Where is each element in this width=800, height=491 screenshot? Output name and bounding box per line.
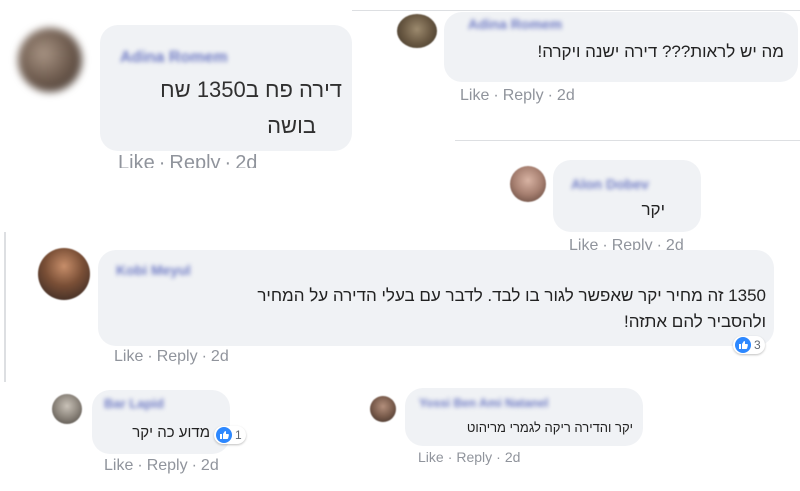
comment-actions: Like · Reply · 2d (460, 87, 575, 104)
comment-actions: Like · Reply · 2d (114, 348, 229, 365)
timestamp[interactable]: 2d (201, 457, 219, 474)
reply-link[interactable]: Reply (456, 449, 492, 465)
comment-text-line: יקר (641, 200, 665, 219)
avatar[interactable] (370, 396, 396, 422)
like-link[interactable]: Like (460, 87, 489, 104)
like-link[interactable]: Like (114, 348, 143, 365)
avatar[interactable] (38, 248, 90, 300)
thread-divider (455, 140, 800, 141)
reply-link[interactable]: Reply (503, 87, 544, 104)
comment-text-line: דירה פח ב1350 שח (160, 77, 342, 102)
reaction-count: 3 (754, 338, 761, 352)
avatar[interactable] (52, 394, 82, 424)
comment-text-line: מדוע כה יקר (132, 424, 210, 441)
comment-text-line: מה יש לראות??? דירה ישנה ויקרה! (537, 42, 784, 61)
thread-divider (4, 232, 6, 382)
comment-actions: Like · Reply · 2d (104, 457, 219, 474)
comment-actions: Like · Reply · 2d (118, 152, 257, 168)
comment-author[interactable]: Adina Romem (468, 16, 562, 32)
like-link[interactable]: Like (104, 457, 133, 474)
comment-text-line: בושה (267, 113, 316, 138)
comment-bubble: Bar Lapid מדוע כה יקר (92, 390, 230, 454)
comment-author[interactable]: Bar Lapid (104, 396, 164, 411)
comment-author[interactable]: Yossi Ben Ami Natanel (419, 396, 548, 410)
comment-text-line: ולהסביר להם אתזה! (624, 312, 766, 331)
comment-author[interactable]: Alon Dobev (571, 176, 649, 192)
thumbs-up-icon (216, 427, 232, 443)
reply-link[interactable]: Reply (147, 457, 188, 474)
reply-link[interactable]: Reply (169, 152, 220, 168)
thumbs-up-icon (735, 337, 751, 353)
comment-bubble: Adina Romem דירה פח ב1350 שח בושה (100, 25, 352, 151)
comment-text-line: יקר והדירה ריקה לגמרי מריהוט (466, 420, 633, 435)
comment-author[interactable]: Kobi Meyul (116, 262, 191, 278)
timestamp[interactable]: 2d (505, 449, 521, 465)
reaction-count: 1 (235, 428, 242, 442)
timestamp[interactable]: 2d (557, 87, 575, 104)
reaction-badge[interactable]: 3 (733, 336, 765, 354)
avatar[interactable] (18, 28, 82, 92)
avatar[interactable] (510, 166, 546, 202)
comment-bubble: Yossi Ben Ami Natanel יקר והדירה ריקה לג… (405, 388, 643, 446)
reply-link[interactable]: Reply (157, 348, 198, 365)
timestamp[interactable]: 2d (235, 152, 257, 168)
comment-bubble: Adina Romem מה יש לראות??? דירה ישנה ויק… (444, 12, 798, 82)
comment-author[interactable]: Adina Romem (120, 49, 228, 67)
comment-text-line: 1350 זה מחיר יקר שאפשר לגור בו לבד. לדבר… (257, 286, 766, 305)
avatar[interactable] (397, 14, 437, 48)
like-link[interactable]: Like (118, 152, 155, 168)
like-link[interactable]: Like (418, 449, 444, 465)
comment-bubble: Kobi Meyul 1350 זה מחיר יקר שאפשר לגור ב… (98, 250, 774, 346)
comment-bubble: Alon Dobev יקר (553, 160, 701, 232)
timestamp[interactable]: 2d (211, 348, 229, 365)
reaction-badge[interactable]: 1 (214, 426, 246, 444)
comment-actions: Like · Reply · 2d (418, 449, 521, 465)
thread-divider (352, 10, 800, 11)
